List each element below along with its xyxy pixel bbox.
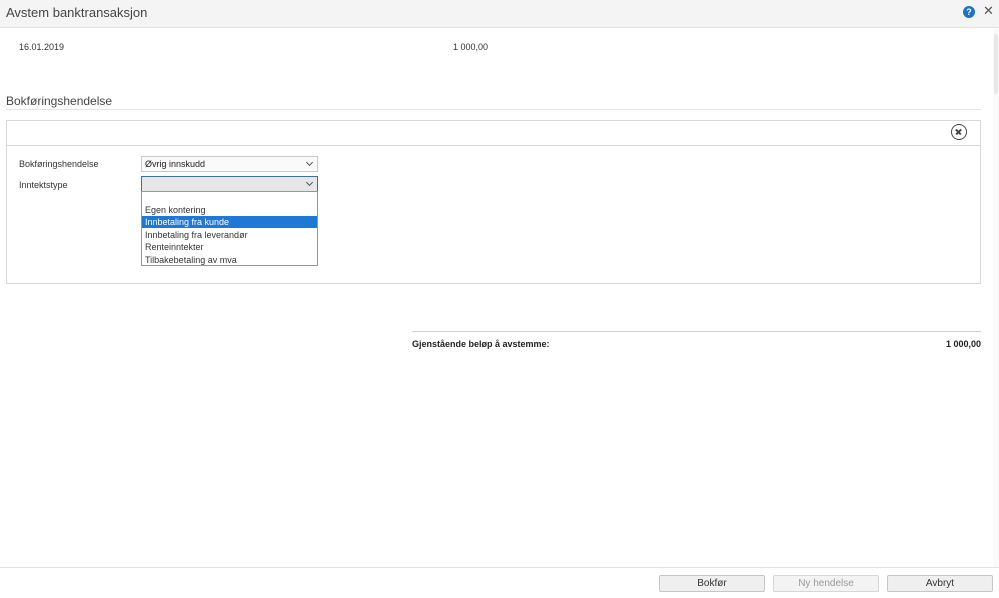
footer-divider xyxy=(0,567,999,568)
dropdown-option-innbetaling-fra-kunde[interactable]: Innbetaling fra kunde xyxy=(142,216,317,228)
dropdown-option-renteinntekter[interactable]: Renteinntekter xyxy=(142,241,317,253)
chevron-down-icon xyxy=(305,178,314,187)
panel-header-divider xyxy=(7,145,980,146)
field-label-inntektstype: Inntektstype xyxy=(19,180,68,190)
bokfor-button[interactable]: Bokfør xyxy=(659,575,765,592)
remaining-amount-value: 1 000,00 xyxy=(945,339,981,349)
dropdown-option-tilbakebetaling-av-mva[interactable]: Tilbakebetaling av mva xyxy=(142,254,317,266)
field-label-bokforingshendelse: Bokføringshendelse xyxy=(19,159,99,169)
remove-event-icon[interactable] xyxy=(951,124,967,140)
transaction-amount: 1 000,00 xyxy=(453,42,489,52)
inntektstype-dropdown: Egen kontering Innbetaling fra kunde Inn… xyxy=(141,191,318,266)
dropdown-option-egen-kontering[interactable]: Egen kontering xyxy=(142,204,317,216)
ny-hendelse-button[interactable]: Ny hendelse xyxy=(773,575,879,592)
dialog-title: Avstem banktransaksjon xyxy=(6,5,148,20)
close-icon[interactable]: ✕ xyxy=(983,4,994,18)
help-icon[interactable]: ? xyxy=(963,6,975,18)
scrollbar-thumb[interactable] xyxy=(994,34,998,94)
avbryt-button[interactable]: Avbryt xyxy=(887,575,993,592)
vertical-scrollbar[interactable] xyxy=(993,29,999,567)
section-title: Bokføringshendelse xyxy=(6,94,113,108)
dialog-titlebar: Avstem banktransaksjon ? ✕ xyxy=(0,0,999,28)
bokforingshendelse-value: Øvrig innskudd xyxy=(145,159,206,169)
dropdown-option-innbetaling-fra-leverandor[interactable]: Innbetaling fra leverandør xyxy=(142,229,317,241)
bokforingshendelse-select[interactable]: Øvrig innskudd xyxy=(141,156,318,172)
section-divider xyxy=(6,109,981,110)
summary-divider xyxy=(412,331,981,332)
remaining-amount-label: Gjenstående beløp å avstemme: xyxy=(412,339,550,349)
inntektstype-select[interactable] xyxy=(141,176,318,192)
chevron-down-icon xyxy=(305,158,314,167)
reconcile-dialog: Avstem banktransaksjon ? ✕ 16.01.2019 1 … xyxy=(0,0,999,598)
transaction-date: 16.01.2019 xyxy=(19,42,65,52)
